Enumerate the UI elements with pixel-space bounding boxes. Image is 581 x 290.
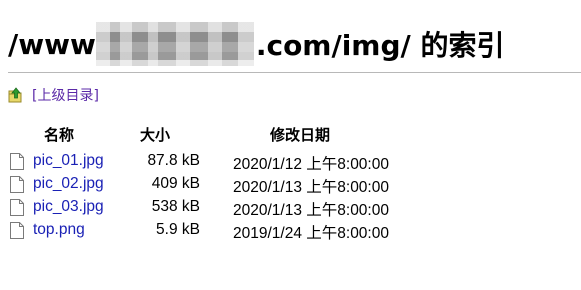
page-title-prefix: /www: [8, 27, 96, 61]
file-date: 2020/1/12 上午8:00:00: [233, 156, 389, 173]
page-title-suffix: .com/img/ 的索引: [255, 29, 505, 62]
file-date: 2019/1/24 上午8:00:00: [233, 225, 389, 242]
file-size: 409 kB: [151, 175, 200, 192]
file-size: 87.8 kB: [147, 152, 200, 169]
file-link[interactable]: pic_03.jpg: [33, 198, 104, 216]
file-row: pic_03.jpg 538 kB 2020/1/13 上午8:00:00: [8, 197, 428, 220]
file-date: 2020/1/13 上午8:00:00: [233, 179, 389, 196]
file-size: 538 kB: [151, 198, 200, 215]
column-header-date[interactable]: 修改日期: [270, 124, 330, 145]
listing-header: 名称 大小 修改日期: [8, 124, 428, 147]
column-header-size[interactable]: 大小: [140, 124, 170, 145]
file-row: pic_01.jpg 87.8 kB 2020/1/12 上午8:00:00: [8, 151, 428, 174]
file-link[interactable]: pic_01.jpg: [33, 152, 104, 170]
file-row: top.png 5.9 kB 2019/1/24 上午8:00:00: [8, 220, 428, 243]
redacted-domain: [95, 22, 254, 66]
file-size: 5.9 kB: [156, 221, 200, 238]
parent-directory-row: [上级目录]: [8, 84, 99, 106]
file-icon: [10, 199, 24, 216]
file-link[interactable]: pic_02.jpg: [33, 175, 104, 193]
parent-directory-link[interactable]: [上级目录]: [32, 85, 99, 105]
file-row: pic_02.jpg 409 kB 2020/1/13 上午8:00:00: [8, 174, 428, 197]
page-title: /www .com/img/ 的索引: [8, 22, 505, 66]
file-icon: [10, 222, 24, 239]
column-header-name[interactable]: 名称: [44, 124, 74, 145]
file-icon: [10, 153, 24, 170]
title-divider: [8, 72, 581, 73]
file-listing: 名称 大小 修改日期 pic_01.jpg 87.8 kB 2020/1/12 …: [8, 124, 428, 243]
file-date: 2020/1/13 上午8:00:00: [233, 202, 389, 219]
folder-up-icon: [8, 87, 22, 103]
file-link[interactable]: top.png: [33, 221, 85, 239]
file-icon: [10, 176, 24, 193]
